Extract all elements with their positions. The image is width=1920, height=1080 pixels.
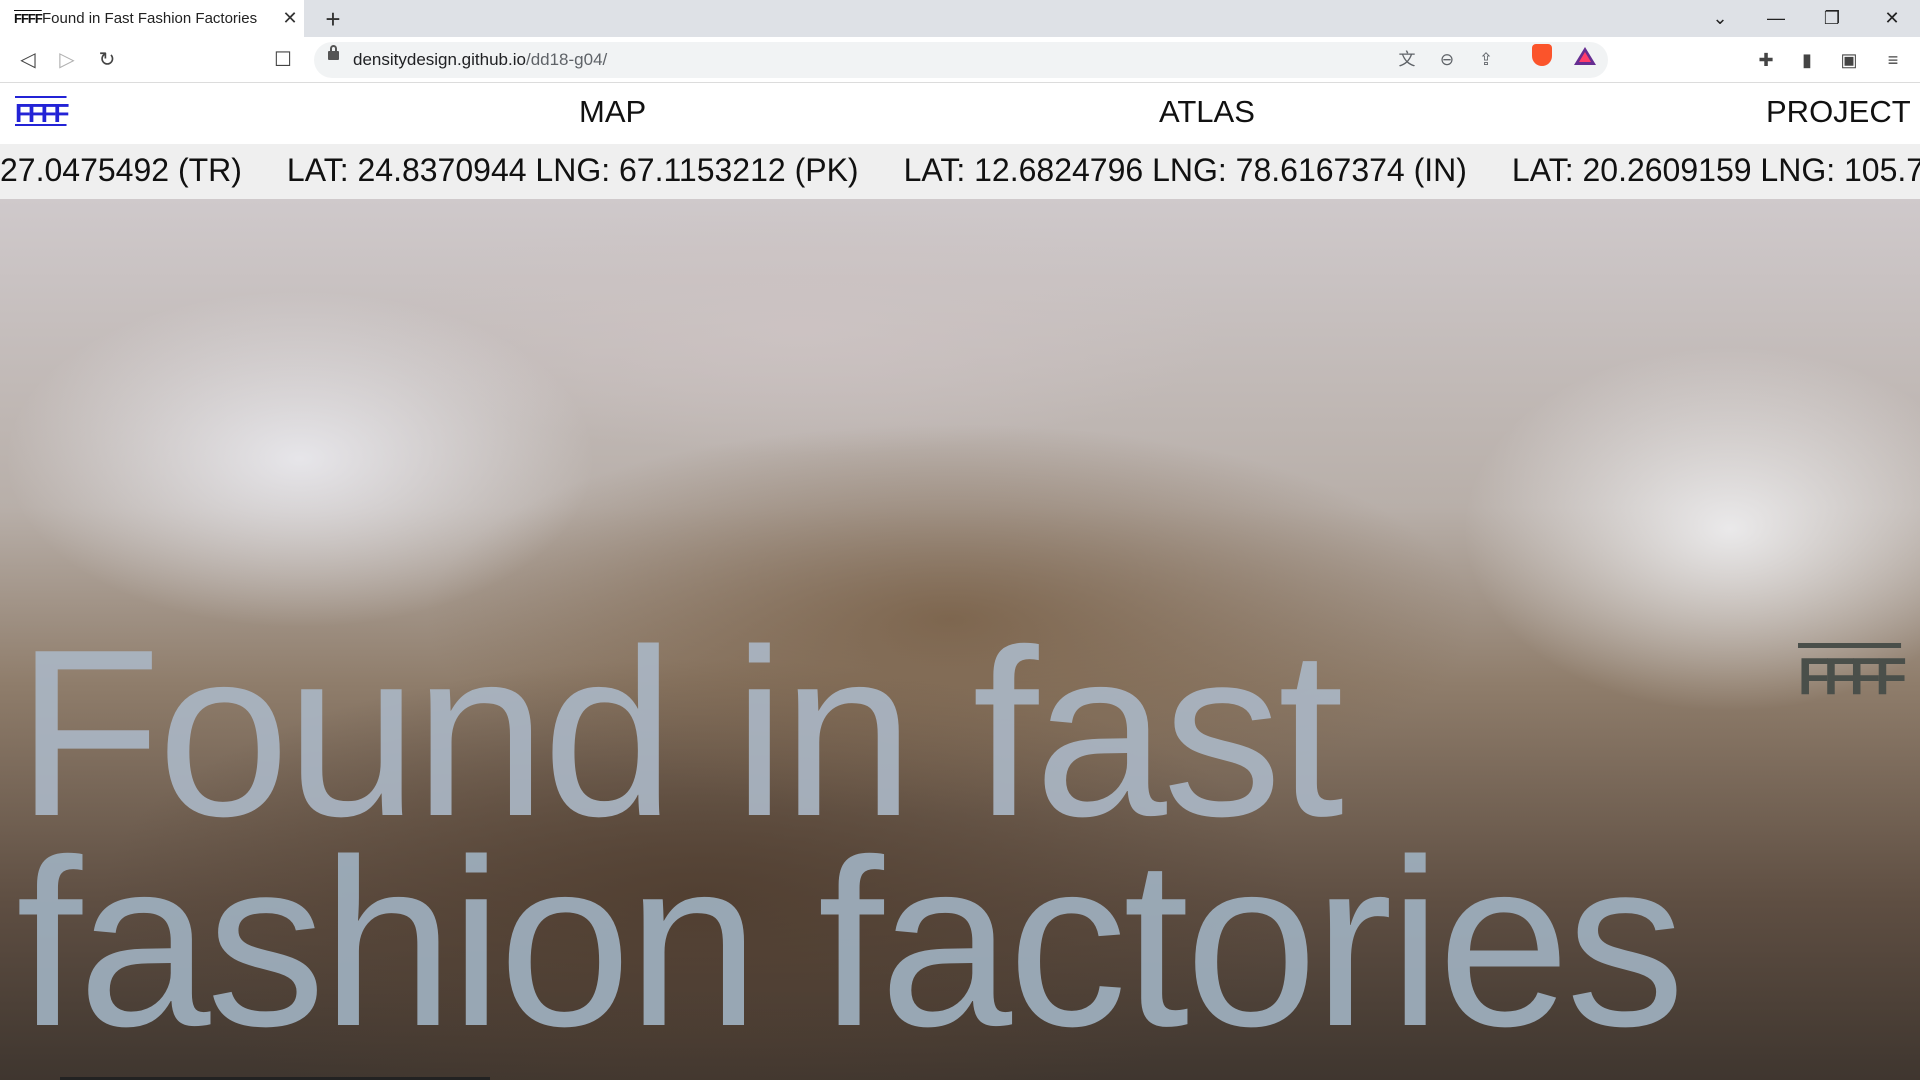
puzzle-icon[interactable]: ✚ xyxy=(1751,45,1781,75)
ticker-item: LAT: 24.8370944 LNG: 67.1153212 (PK) xyxy=(286,152,859,188)
tab-search-icon[interactable]: ⌄ xyxy=(1692,0,1748,37)
hero-logo-mark: FFFF xyxy=(1798,648,1907,706)
browser-tab[interactable]: FFFF Found in Fast Fashion Factories ✕ xyxy=(0,0,304,37)
menu-icon[interactable]: ≡ xyxy=(1878,45,1908,75)
restore-icon[interactable]: ❐ xyxy=(1804,0,1860,37)
sidebar-icon[interactable]: ▮ xyxy=(1792,45,1822,75)
bookmark-icon[interactable]: ☐ xyxy=(267,45,299,75)
url-text[interactable]: densitydesign.github.io/dd18-g04/ xyxy=(353,50,607,70)
browser-toolbar: ◁ ▷ ↻ ☐ densitydesign.github.io/dd18-g04… xyxy=(0,37,1920,83)
plus-icon[interactable]: + xyxy=(318,4,348,34)
ticker-track: 27.0475492 (TR) LAT: 24.8370944 LNG: 67.1… xyxy=(0,152,1920,189)
nav-link-map[interactable]: MAP xyxy=(579,94,646,130)
reload-icon[interactable]: ↻ xyxy=(91,45,123,75)
ticker-item: LAT: 20.2609159 LNG: 105.7677106 (V xyxy=(1511,152,1920,188)
minimize-icon[interactable]: — xyxy=(1748,0,1804,37)
close-icon[interactable]: ✕ xyxy=(276,8,304,29)
nav-link-atlas[interactable]: ATLAS xyxy=(1159,94,1255,130)
close-icon[interactable]: ✕ xyxy=(1864,0,1920,37)
back-icon[interactable]: ◁ xyxy=(12,45,44,75)
ticker-item: 27.0475492 (TR) xyxy=(0,152,242,188)
ticker-item: LAT: 12.6824796 LNG: 78.6167374 (IN) xyxy=(903,152,1467,188)
site-logo[interactable]: FFFF xyxy=(15,98,70,129)
favicon-icon: FFFF xyxy=(14,11,43,26)
hero-title-line-1: Found in fast xyxy=(16,601,1344,866)
coordinates-ticker: 27.0475492 (TR) LAT: 24.8370944 LNG: 67.1… xyxy=(0,144,1920,199)
tab-title: Found in Fast Fashion Factories xyxy=(42,10,258,27)
brave-shields-icon[interactable] xyxy=(1532,44,1552,66)
tab-strip: FFFF Found in Fast Fashion Factories ✕ +… xyxy=(0,0,1920,37)
forward-icon[interactable]: ▷ xyxy=(51,45,83,75)
address-bar[interactable]: densitydesign.github.io/dd18-g04/ 文 ⊖ ⇪ xyxy=(314,42,1608,78)
wallet-icon[interactable]: ▣ xyxy=(1834,45,1864,75)
site-header: FFFF MAP ATLAS PROJECT xyxy=(0,84,1920,144)
zoom-out-icon[interactable]: ⊖ xyxy=(1433,48,1461,72)
hero-video-background: FFFF Found in fast fashion factories xyxy=(0,199,1920,1080)
translate-icon[interactable]: 文 xyxy=(1393,48,1421,72)
brave-rewards-icon[interactable] xyxy=(1574,47,1596,65)
hero-title: Found in fast fashion factories xyxy=(16,601,1685,1076)
lock-icon[interactable] xyxy=(328,45,339,60)
hero-title-line-2: fashion factories xyxy=(16,811,1685,1076)
share-icon[interactable]: ⇪ xyxy=(1472,48,1500,72)
nav-link-project[interactable]: PROJECT xyxy=(1766,94,1911,130)
